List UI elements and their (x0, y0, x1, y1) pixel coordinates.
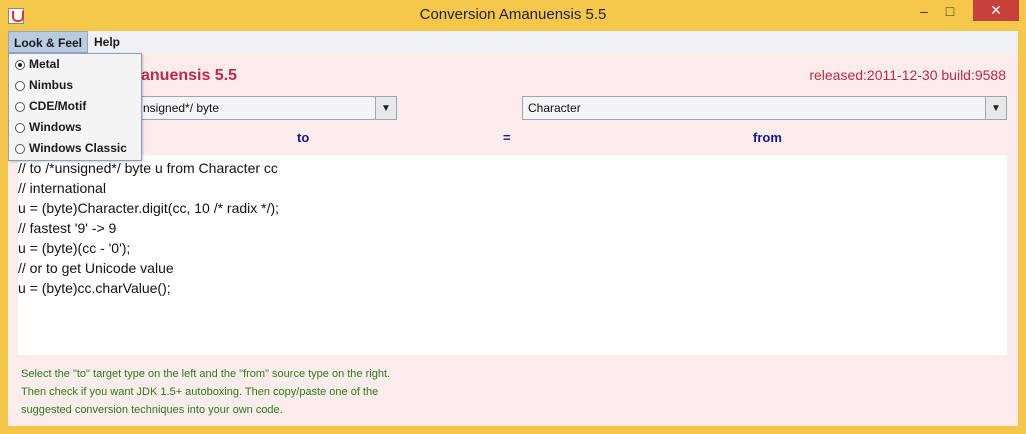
from-label: from (753, 130, 782, 145)
code-line: // or to get Unicode value (18, 260, 174, 276)
help-line: Then check if you want JDK 1.5+ autoboxi… (21, 386, 379, 398)
menu-look-and-feel[interactable]: Look & Feel (8, 31, 89, 53)
help-text: Select the "to" target type on the left … (18, 361, 1007, 417)
option-label: Windows (29, 120, 82, 134)
option-label: CDE/Motif (29, 99, 87, 113)
option-label: Windows Classic (29, 141, 127, 155)
lookfeel-option-metal[interactable]: Metal (9, 54, 141, 75)
radio-icon[interactable] (15, 102, 25, 112)
menu-bar: Look & Feel Help (8, 31, 1018, 54)
maximize-button[interactable]: □ (937, 0, 963, 22)
equals-label: = (503, 130, 511, 145)
radio-icon[interactable] (15, 123, 25, 133)
minimize-button[interactable]: – (911, 0, 937, 22)
chevron-down-icon[interactable]: ▼ (985, 97, 1006, 119)
main-panel: anuensis 5.5 released:2011-12-30 build:9… (8, 53, 1018, 426)
code-line: u = (byte)(cc - '0'); (18, 240, 131, 256)
radio-icon[interactable] (15, 81, 25, 91)
code-line: // to /*unsigned*/ byte u from Character… (18, 160, 278, 176)
from-type-combo[interactable]: Character ▼ (522, 96, 1007, 120)
look-and-feel-dropdown: Metal Nimbus CDE/Motif Windows Windows C… (8, 53, 142, 161)
close-button[interactable]: ✕ (973, 0, 1019, 21)
lookfeel-option-windows[interactable]: Windows (9, 117, 141, 138)
code-output-area[interactable]: // to /*unsigned*/ byte u from Character… (18, 155, 1007, 355)
to-label: to (297, 130, 310, 145)
menu-help[interactable]: Help (88, 31, 126, 53)
code-line: // international (18, 180, 106, 196)
help-line: suggested conversion techniques into you… (21, 404, 283, 416)
option-label: Metal (29, 57, 60, 71)
release-info: released:2011-12-30 build:9588 (809, 67, 1006, 83)
window-title: Conversion Amanuensis 5.5 (419, 6, 607, 23)
lookfeel-option-cde-motif[interactable]: CDE/Motif (9, 96, 141, 117)
from-type-value: Character (528, 101, 581, 115)
radio-selected-icon[interactable] (15, 60, 25, 70)
title-bar[interactable]: Conversion Amanuensis 5.5 – □ ✕ (0, 0, 1026, 31)
app-heading: anuensis 5.5 (141, 67, 238, 84)
app-window: Conversion Amanuensis 5.5 – □ ✕ Look & F… (0, 0, 1026, 434)
help-line: Select the "to" target type on the left … (21, 368, 391, 380)
chevron-down-icon[interactable]: ▼ (375, 97, 396, 119)
to-type-value: nsigned*/ byte (143, 101, 220, 115)
lookfeel-option-windows-classic[interactable]: Windows Classic (9, 138, 141, 159)
radio-icon[interactable] (15, 144, 25, 154)
option-label: Nimbus (29, 78, 74, 92)
code-line: // fastest '9' -> 9 (18, 220, 117, 236)
lookfeel-option-nimbus[interactable]: Nimbus (9, 75, 141, 96)
code-line: u = (byte)cc.charValue(); (18, 280, 171, 296)
code-line: u = (byte)Character.digit(cc, 10 /* radi… (18, 200, 280, 216)
